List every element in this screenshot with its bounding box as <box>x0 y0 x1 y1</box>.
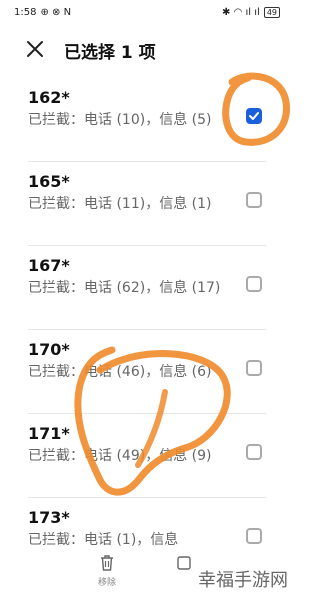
item-detail: 已拦截：电话 (46)，信息 (6) <box>28 364 212 380</box>
remove-label: 移除 <box>97 578 116 588</box>
item-checkbox[interactable] <box>246 360 262 376</box>
item-number: 167* <box>28 256 70 275</box>
item-number: 162* <box>28 88 70 107</box>
list-item[interactable]: 171* 已拦截：电话 (49)，信息 (9) <box>0 414 294 498</box>
item-checkbox[interactable] <box>246 108 262 124</box>
item-checkbox[interactable] <box>246 444 262 460</box>
item-number: 170* <box>28 340 70 359</box>
item-detail: 已拦截：电话 (11)，信息 (1) <box>28 196 212 212</box>
status-left: 1:58 ⊕ ⊗ N <box>14 7 71 18</box>
list-item[interactable]: 165* 已拦截：电话 (11)，信息 (1) <box>0 162 294 246</box>
battery-icon: 49 <box>263 6 280 18</box>
close-icon[interactable] <box>24 38 46 60</box>
remove-button[interactable]: 移除 <box>87 554 127 588</box>
item-detail: 已拦截：电话 (10)，信息 (5) <box>28 112 212 128</box>
page-title: 已选择 1 项 <box>64 43 156 63</box>
watermark: 幸福手游网 <box>198 570 288 591</box>
notification-icons: ⊕ ⊗ N <box>40 6 72 18</box>
item-detail: 已拦截：电话 (49)，信息 (9) <box>28 448 212 464</box>
checkbox-icon <box>177 556 191 570</box>
item-number: 173* <box>28 508 70 527</box>
signal-icons: ✱ ◠ ıl ıl <box>222 6 260 18</box>
item-checkbox[interactable] <box>246 528 262 544</box>
item-number: 165* <box>28 172 70 191</box>
item-checkbox[interactable] <box>246 276 262 292</box>
item-detail: 已拦截：电话 (62)，信息 (17) <box>28 280 221 296</box>
list-item[interactable]: 167* 已拦截：电话 (62)，信息 (17) <box>0 246 294 330</box>
selection-header: 已选择 1 项 <box>0 30 294 70</box>
check-icon <box>249 112 259 120</box>
item-checkbox[interactable] <box>246 192 262 208</box>
blocked-number-list: 162* 已拦截：电话 (10)，信息 (5) 165* 已拦截：电话 (11)… <box>0 78 294 582</box>
status-right: ✱ ◠ ıl ıl 49 <box>222 6 280 18</box>
list-item[interactable]: 170* 已拦截：电话 (46)，信息 (6) <box>0 330 294 414</box>
item-detail: 已拦截：电话 (1)，信息 <box>28 532 179 548</box>
item-number: 171* <box>28 424 70 443</box>
status-bar: 1:58 ⊕ ⊗ N ✱ ◠ ıl ıl 49 <box>0 0 294 24</box>
trash-icon <box>101 555 113 571</box>
status-time: 1:58 <box>14 6 37 18</box>
list-item[interactable]: 162* 已拦截：电话 (10)，信息 (5) <box>0 78 294 162</box>
